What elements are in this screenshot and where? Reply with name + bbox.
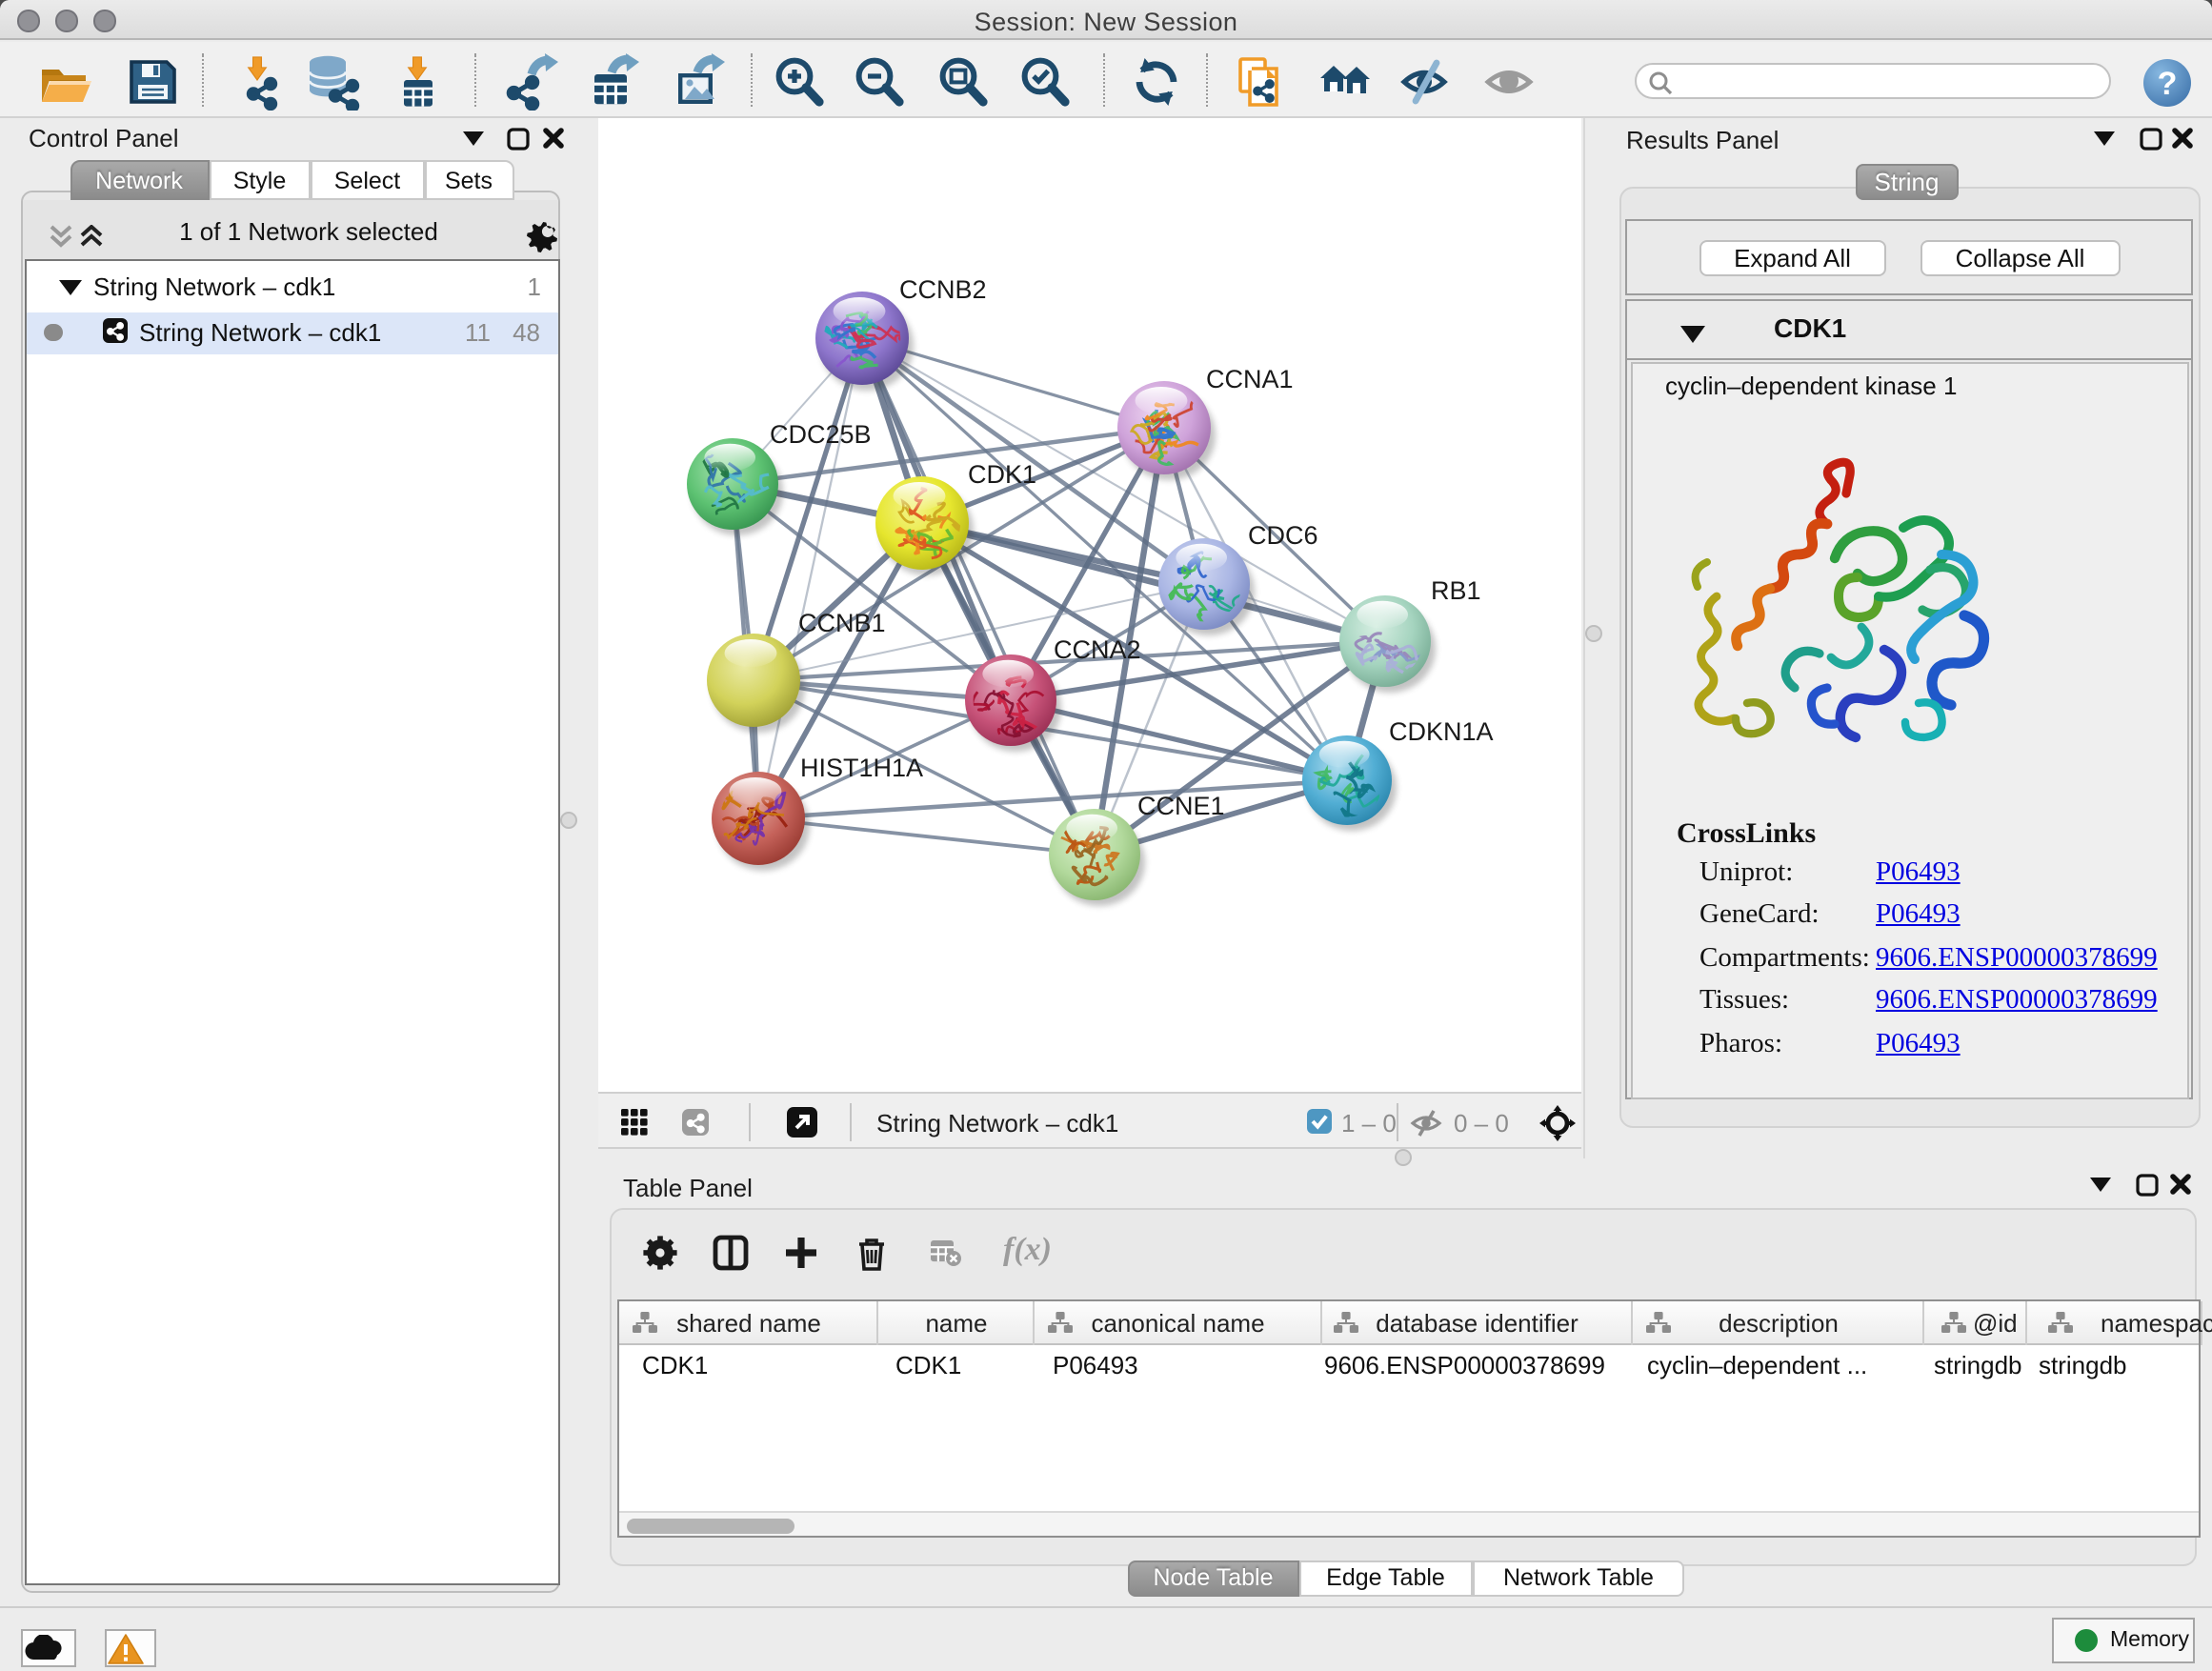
svg-text:?: ? [2158,66,2178,102]
svg-text:CDC25B: CDC25B [770,420,872,449]
svg-text:CCNA2: CCNA2 [1054,635,1141,664]
svg-text:CCNA1: CCNA1 [1206,365,1294,393]
svg-text:CDC6: CDC6 [1248,521,1318,550]
svg-text:CCNB1: CCNB1 [798,609,886,637]
svg-text:CDK1: CDK1 [968,460,1036,489]
svg-text:CDKN1A: CDKN1A [1389,717,1494,746]
svg-text:CCNE1: CCNE1 [1137,792,1225,820]
svg-text:CCNB2: CCNB2 [899,275,987,304]
svg-text:RB1: RB1 [1431,576,1481,605]
svg-text:HIST1H1A: HIST1H1A [800,754,923,782]
